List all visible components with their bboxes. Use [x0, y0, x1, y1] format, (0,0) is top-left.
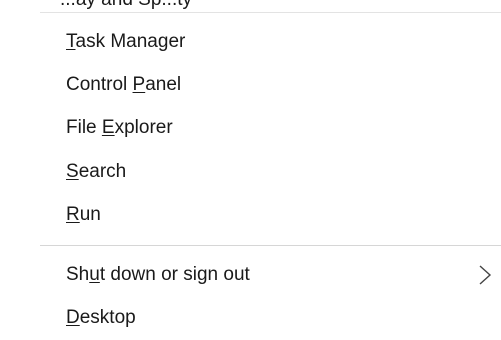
accelerator-key: D: [66, 307, 80, 328]
accelerator-key: u: [89, 264, 100, 285]
accelerator-key: E: [101, 117, 115, 138]
menu-item-label: Control Panel: [66, 74, 182, 95]
context-menu: ...ay and Sp...ty Task Manager Control P…: [0, 0, 501, 333]
accelerator-key: S: [66, 161, 79, 182]
menu-item-label: Shut down or sign out: [66, 264, 250, 285]
menu-top-divider: [40, 12, 501, 13]
menu-item-label: Run: [66, 204, 101, 225]
menu-item-shut-down-or-sign-out[interactable]: Shut down or sign out: [0, 253, 501, 297]
menu-item-file-explorer[interactable]: File Explorer: [0, 106, 501, 150]
accelerator-key: P: [132, 74, 146, 95]
menu-item-label: Task Manager: [66, 31, 186, 52]
menu-item-search[interactable]: Search: [0, 150, 501, 194]
menu-item-label: Desktop: [66, 307, 136, 328]
menu-separator: [40, 245, 501, 246]
menu-item-run[interactable]: Run: [0, 193, 501, 237]
menu-top-clipped-row: ...ay and Sp...ty: [0, 0, 501, 14]
menu-item-label: File Explorer: [66, 117, 173, 138]
menu-item-desktop[interactable]: Desktop: [0, 296, 501, 340]
chevron-right-icon: [479, 265, 492, 285]
clipped-menu-item-label: ...ay and Sp...ty: [60, 0, 192, 11]
menu-item-task-manager[interactable]: Task Manager: [0, 20, 501, 64]
accelerator-key: R: [66, 204, 80, 225]
menu-item-control-panel[interactable]: Control Panel: [0, 63, 501, 107]
menu-item-label: Search: [66, 161, 127, 182]
accelerator-key: T: [66, 31, 76, 52]
